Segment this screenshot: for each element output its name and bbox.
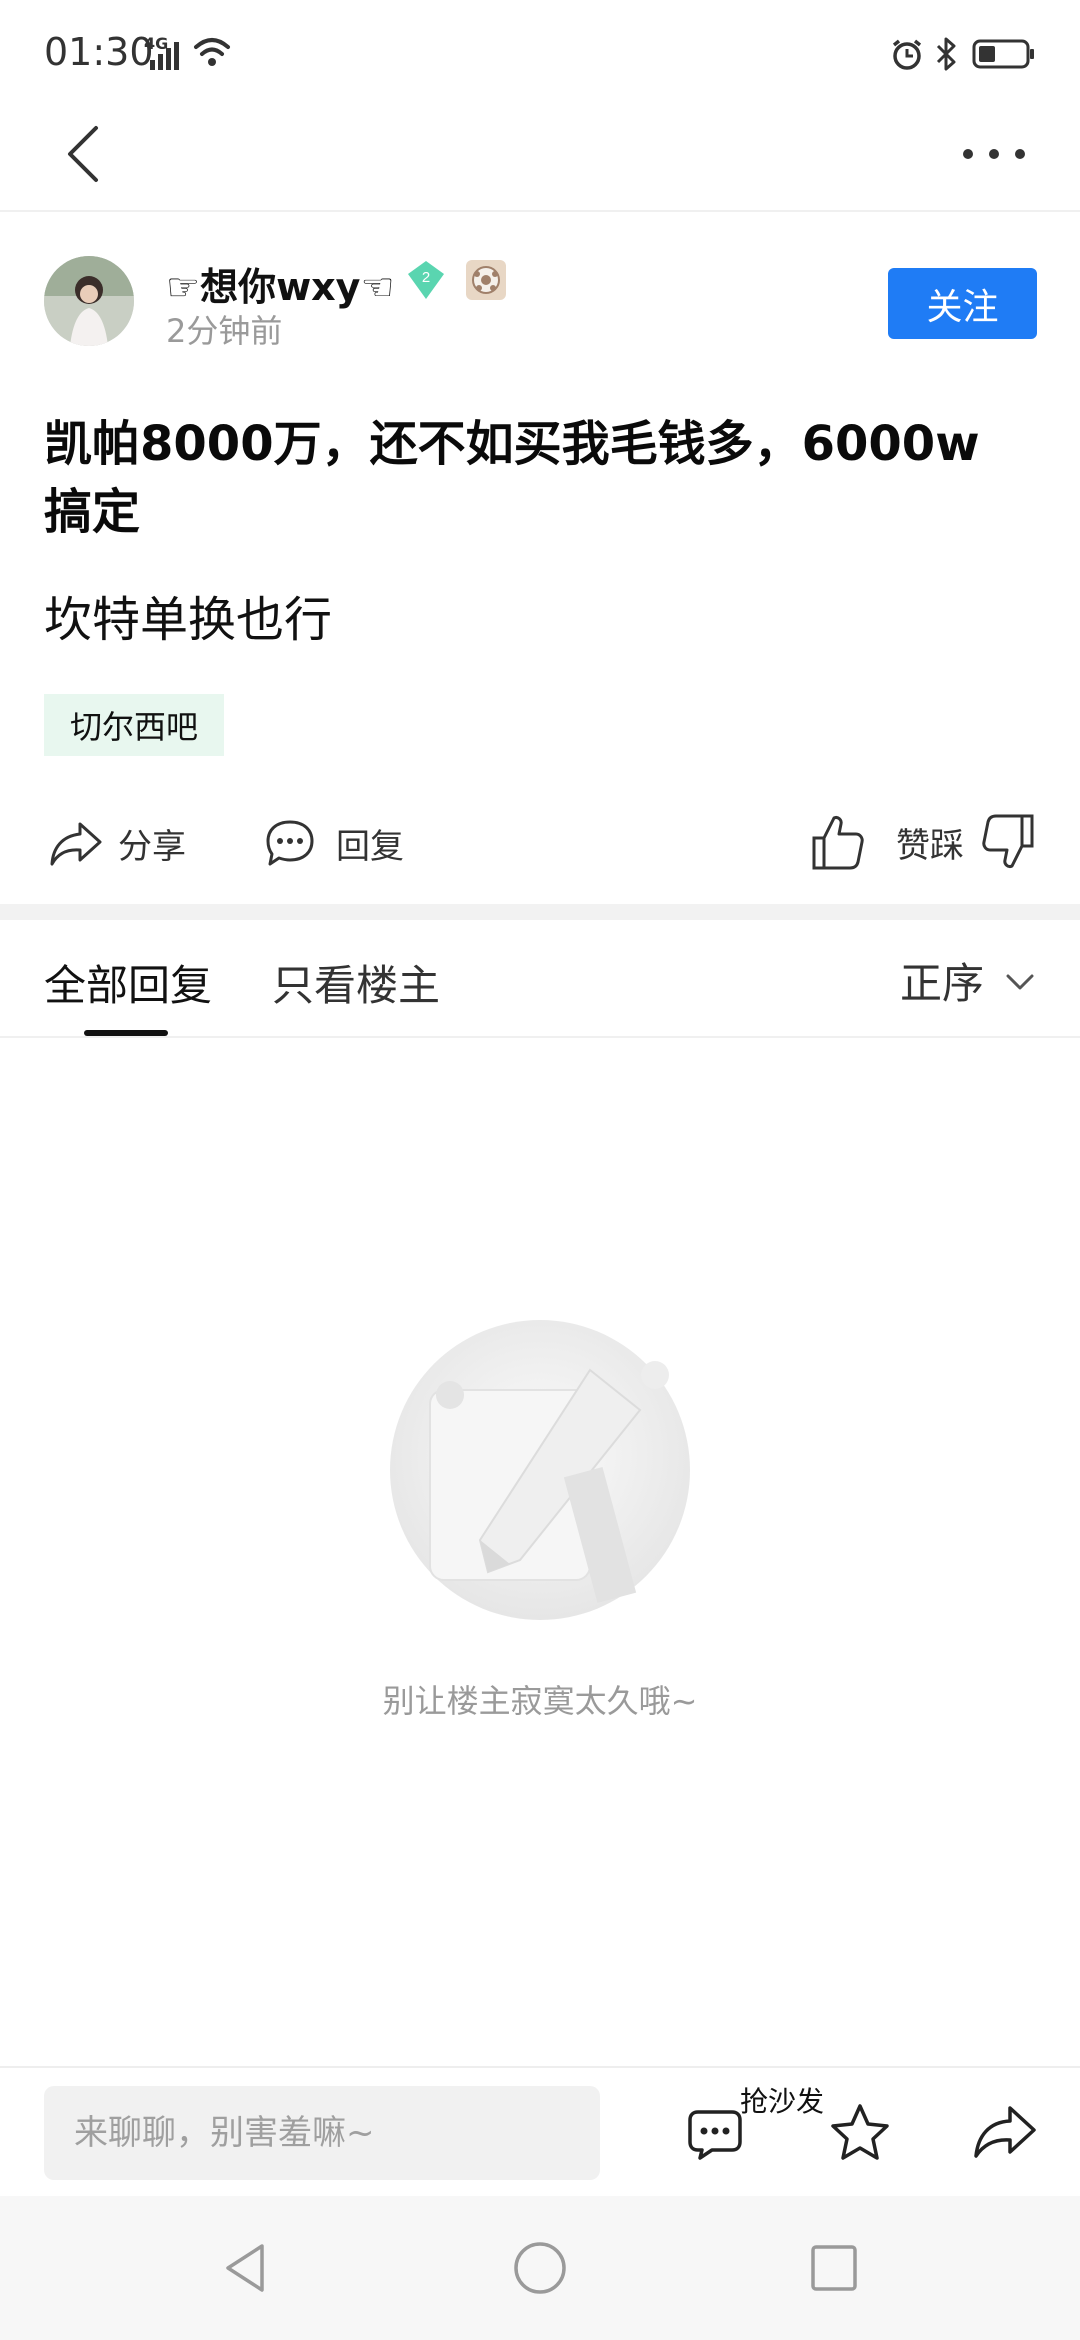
reply-label: 回复 xyxy=(336,826,404,867)
empty-state-message: 别让楼主寂寞太久哦~ xyxy=(382,1682,698,1720)
follow-button[interactable]: 关注 xyxy=(888,268,1037,339)
more-dots-icon[interactable] xyxy=(956,134,1032,174)
thumb-down-icon xyxy=(982,814,1034,868)
thumb-up-icon xyxy=(812,816,864,870)
back-arrow-icon[interactable] xyxy=(60,114,108,194)
tab-all-replies[interactable]: 全部回复 xyxy=(44,952,212,1013)
chevron-down-icon xyxy=(1006,974,1034,989)
status-bar: 01:30 4G xyxy=(0,0,1080,110)
dislike-action[interactable] xyxy=(980,812,1036,872)
nav-home-icon[interactable] xyxy=(512,2240,568,2296)
post-body: 坎特单换也行 xyxy=(44,592,333,648)
empty-illustration xyxy=(380,1320,700,1640)
sort-label: 正序 xyxy=(899,959,984,1008)
bluetooth-icon xyxy=(936,37,956,71)
alarm-icon xyxy=(892,39,922,70)
sort-dropdown[interactable]: 正序 xyxy=(900,950,1040,1011)
level-number: 2 xyxy=(422,269,430,286)
battery-icon xyxy=(972,39,1034,69)
share-icon xyxy=(50,822,102,866)
author-avatar[interactable] xyxy=(44,256,134,346)
replies-tabs: 全部回复 只看楼主 正序 xyxy=(0,920,1080,1038)
reply-action[interactable]: 回复 xyxy=(264,818,404,868)
status-time: 01:30 xyxy=(44,30,154,74)
post-title: 凯帕8000万，还不如买我毛钱多，6000w搞定 xyxy=(44,416,980,540)
forum-tag[interactable]: 切尔西吧 xyxy=(44,694,225,756)
comment-bubble-icon xyxy=(266,820,314,866)
active-tab-indicator xyxy=(84,1030,168,1036)
football-icon xyxy=(472,266,500,294)
gem-icon: 2 xyxy=(408,261,444,299)
author-name[interactable]: ☞想你wxy☜ xyxy=(166,256,395,311)
star-favorite-icon[interactable] xyxy=(828,2102,892,2164)
share-icon[interactable] xyxy=(972,2102,1038,2162)
bottom-input-bar: 抢沙发 xyxy=(0,2066,1080,2196)
nav-back-icon[interactable] xyxy=(218,2240,274,2296)
wifi-icon xyxy=(194,38,230,66)
section-divider xyxy=(0,904,1080,920)
tab-owner-only[interactable]: 只看楼主 xyxy=(272,952,440,1013)
system-nav-bar xyxy=(0,2196,1080,2340)
post-time: 2分钟前 xyxy=(166,312,283,350)
share-label: 分享 xyxy=(118,826,186,867)
medal-badge xyxy=(466,260,506,300)
avatar-image xyxy=(44,256,134,346)
top-nav-bar xyxy=(0,110,1080,212)
comment-input[interactable] xyxy=(44,2086,600,2180)
share-action[interactable]: 分享 xyxy=(48,818,186,868)
level-badge: 2 xyxy=(404,258,448,302)
signal-icon xyxy=(150,42,179,70)
sofa-label: 抢沙发 xyxy=(740,2085,825,2118)
vote-label: 赞踩 xyxy=(896,825,964,866)
comment-icon[interactable] xyxy=(686,2106,744,2162)
like-action[interactable]: 赞踩 xyxy=(810,812,964,872)
nav-recents-icon[interactable] xyxy=(806,2240,862,2296)
